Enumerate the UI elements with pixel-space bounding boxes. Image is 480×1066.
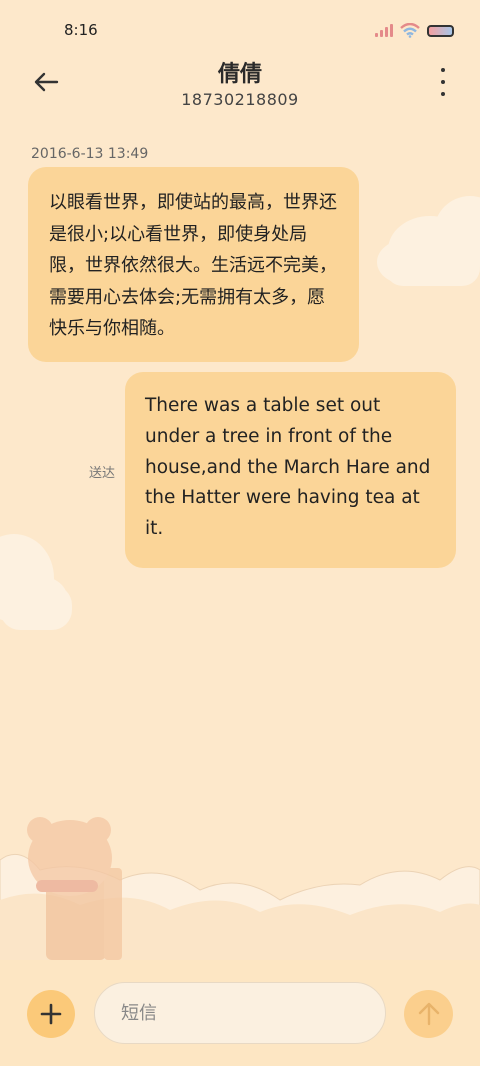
delivery-status: 送达 [89,466,116,481]
plus-icon [40,1003,62,1025]
status-icons [375,23,454,38]
battery-icon [427,24,454,37]
message-timestamp: 2016-6-13 13:49 [31,146,149,162]
contact-phone-number: 18730218809 [181,90,299,109]
send-button[interactable] [404,990,453,1038]
send-arrow-icon [418,1002,439,1026]
contact-name: 倩倩 [217,62,262,87]
message-input[interactable] [94,982,386,1044]
more-vertical-icon [441,68,445,72]
conversation-header: 倩倩 18730218809 [0,54,480,120]
status-time: 8:16 [64,21,98,39]
add-attachment-button[interactable] [27,990,75,1038]
outgoing-message-bubble[interactable]: There was a table set out under a tree i… [125,372,456,568]
status-bar: 8:16 [0,0,480,62]
wifi-icon [400,23,420,38]
signal-icon [375,24,393,37]
incoming-message-bubble[interactable]: 以眼看世界，即使站的最高，世界还是很小;以心看世界，即使身处局限，世界依然很大。… [28,167,359,362]
more-options-button[interactable] [436,68,450,96]
